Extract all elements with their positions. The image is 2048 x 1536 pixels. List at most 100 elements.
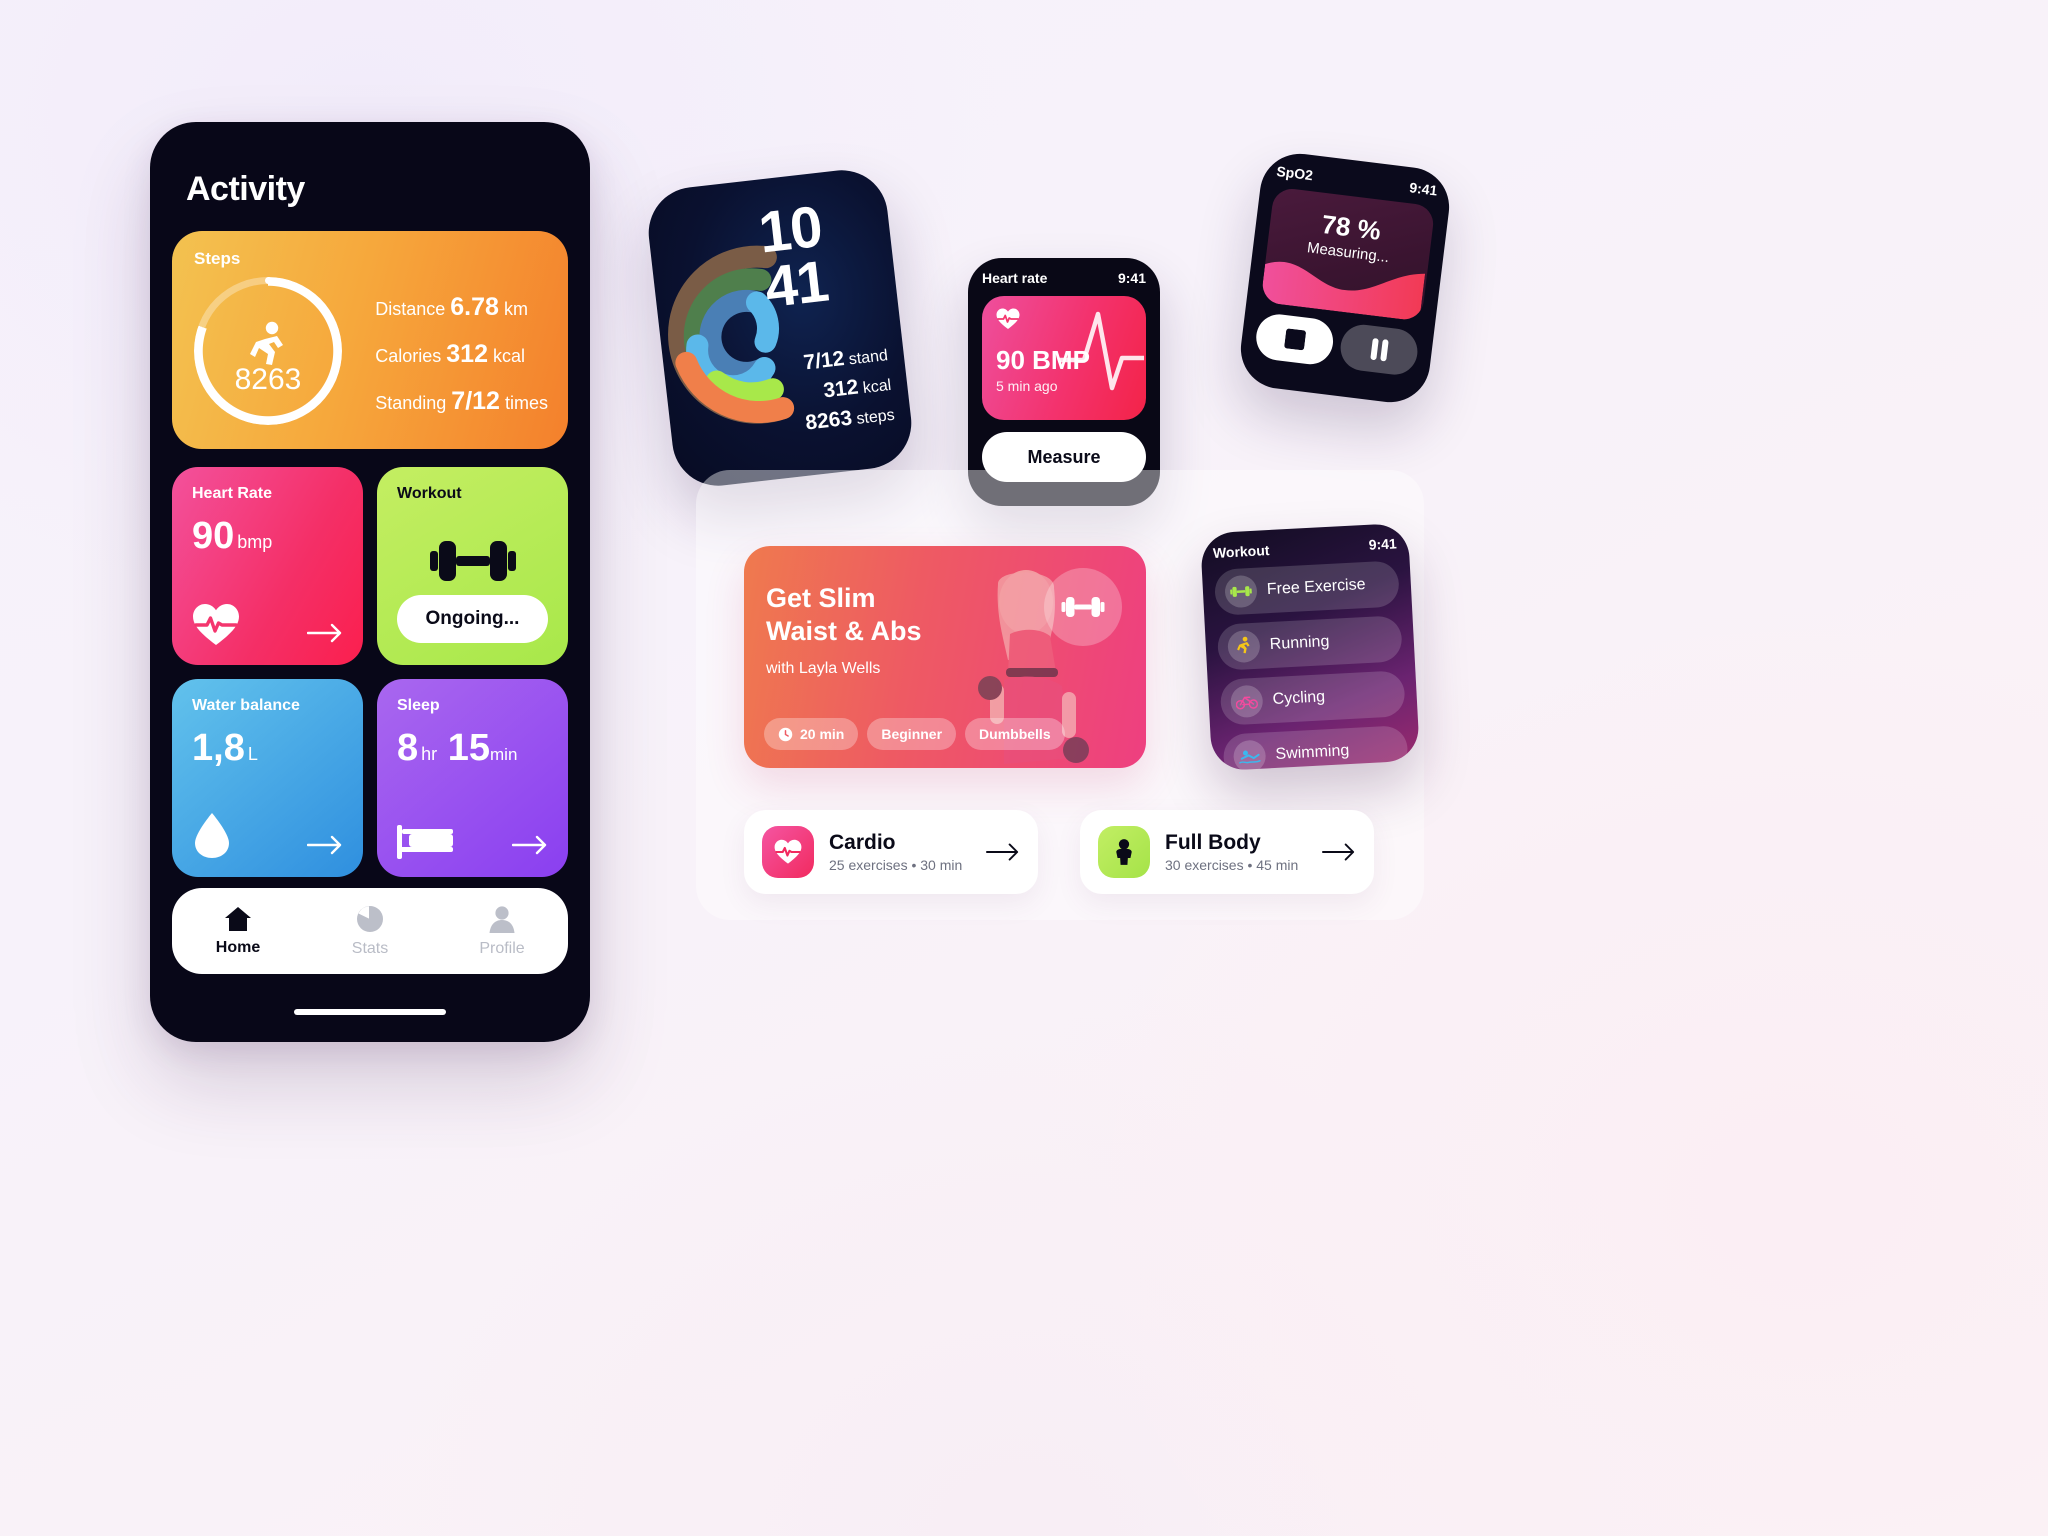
workout-row-full-body-arrow-icon[interactable] (1322, 842, 1356, 862)
watch-spo2[interactable]: SpO2 9:41 78 % Measuring... (1236, 149, 1454, 407)
tile-sleep-arrow-icon[interactable] (512, 835, 548, 855)
tile-sleep-hours-unit: hr (421, 744, 438, 764)
steps-card[interactable]: Steps 8263 Distance 6.78 km Calories 312… (172, 231, 568, 449)
heart-pulse-icon (762, 826, 814, 878)
phone-mockup: Activity Steps 8263 Distance 6.78 km Cal… (150, 122, 590, 1042)
tab-stats-label: Stats (351, 939, 389, 957)
watch-workout-item-label: Free Exercise (1266, 576, 1366, 599)
steps-stats: Distance 6.78 km Calories 312 kcal Stand… (375, 293, 548, 434)
stat-calories-value: 312 (446, 340, 488, 368)
workout-row-full-body-subtitle: 30 exercises • 45 min (1165, 857, 1299, 873)
stat-calories: Calories 312 kcal (375, 340, 548, 369)
bicycle-icon (1229, 684, 1264, 719)
watch-activity-rings[interactable]: 10 41 7/12 stand 312 kcal 8263 steps (643, 165, 917, 491)
tab-profile[interactable]: Profile (436, 905, 568, 958)
pause-button[interactable] (1338, 322, 1421, 378)
tab-profile-label: Profile (479, 939, 525, 957)
tile-heart-rate-number: 90 (192, 515, 235, 557)
tile-heart-rate[interactable]: Heart Rate 90 bmp (172, 467, 363, 665)
watch-stat-stand-value: 7/12 (802, 346, 846, 375)
watch-workout-item-cycling[interactable]: Cycling (1219, 670, 1406, 726)
home-icon (225, 906, 251, 931)
tab-home[interactable]: Home (172, 906, 304, 957)
home-indicator (294, 1009, 446, 1015)
promo-title-line2: Waist & Abs (766, 615, 922, 646)
tile-water-balance-title: Water balance (192, 697, 300, 714)
stat-distance-unit: km (503, 299, 528, 319)
watch-stat-kcal-value: 312 (822, 375, 860, 403)
promo-chips: 20 min Beginner Dumbbells (764, 718, 1065, 750)
promo-chip-duration[interactable]: 20 min (764, 718, 859, 750)
watch-workout-list-time: 9:41 (1368, 535, 1398, 553)
stop-button[interactable] (1253, 311, 1336, 367)
dumbbell-icon (429, 541, 516, 581)
dumbbell-icon (1224, 574, 1258, 609)
pause-icon (1370, 338, 1388, 362)
watch-clock-minute: 41 (761, 248, 832, 321)
watch-workout-list[interactable]: Workout 9:41 Free Exercise Running Cycli… (1199, 522, 1421, 772)
tile-water-balance-value: 1,8 L (192, 729, 343, 767)
workout-row-full-body[interactable]: Full Body 30 exercises • 45 min (1080, 810, 1374, 894)
tile-heart-rate-unit: bmp (237, 532, 273, 552)
tile-water-balance-arrow-icon[interactable] (307, 835, 343, 855)
bed-icon (397, 825, 453, 859)
steps-value: 8263 (234, 363, 302, 396)
workout-row-cardio-subtitle: 25 exercises • 30 min (829, 857, 963, 873)
steps-progress-ring: 8263 (194, 277, 342, 425)
promo-title-line1: Get Slim (766, 583, 876, 613)
clock-icon (778, 727, 793, 741)
tile-sleep[interactable]: Sleep 8 hr 15min (377, 679, 568, 877)
watch-stat-steps-value: 8263 (804, 406, 854, 435)
stat-distance-label: Distance (375, 299, 446, 319)
page-title: Activity (186, 170, 305, 208)
watch-heart-rate-title: Heart rate (982, 270, 1048, 286)
workout-row-cardio[interactable]: Cardio 25 exercises • 30 min (744, 810, 1038, 894)
steps-card-label: Steps (194, 249, 241, 268)
workout-row-cardio-arrow-icon[interactable] (986, 842, 1020, 862)
person-icon (1098, 826, 1150, 878)
heart-pulse-icon (996, 308, 1020, 329)
stat-standing: Standing 7/12 times (375, 387, 548, 416)
promo-title: Get Slim Waist & Abs (744, 546, 1146, 648)
person-icon (489, 905, 515, 933)
workout-ongoing-button[interactable]: Ongoing... (397, 595, 548, 643)
watch-workout-item-label: Running (1269, 632, 1330, 654)
watch-workout-item-running[interactable]: Running (1216, 615, 1403, 671)
promo-chip-level[interactable]: Beginner (867, 718, 957, 750)
runner-icon (1227, 629, 1261, 664)
tile-heart-rate-title: Heart Rate (192, 485, 273, 502)
tile-sleep-value: 8 hr 15min (397, 729, 548, 767)
stat-standing-value: 7/12 (451, 387, 500, 415)
tile-heart-rate-value: 90 bmp (192, 517, 343, 555)
tile-water-balance-unit: L (247, 744, 258, 764)
promo-chip-duration-label: 20 min (800, 726, 845, 742)
steps-ring-cap (264, 277, 272, 284)
stat-distance-value: 6.78 (450, 293, 499, 321)
watch-spo2-title: SpO2 (1275, 162, 1314, 184)
watch-heart-rate-panel: 90 BMP 5 min ago (982, 296, 1146, 420)
tile-water-balance[interactable]: Water balance 1,8 L (172, 679, 363, 877)
promo-chip-equipment[interactable]: Dumbbells (965, 718, 1065, 750)
watch-stat-stand-label: stand (847, 347, 889, 369)
stat-calories-label: Calories (375, 346, 442, 366)
stat-calories-unit: kcal (493, 346, 526, 366)
watch-heart-rate-time: 9:41 (1117, 270, 1146, 286)
promo-chip-level-label: Beginner (881, 726, 943, 742)
metric-tiles-grid: Heart Rate 90 bmp Workout Ongoing... Wat… (172, 467, 568, 877)
watch-stat-kcal-label: kcal (861, 376, 893, 397)
tile-sleep-minutes: 15 (447, 727, 490, 769)
heart-pulse-icon (193, 604, 239, 645)
tile-sleep-hours: 8 (397, 727, 419, 769)
tile-workout-title: Workout (397, 485, 462, 502)
watch-spo2-controls (1253, 311, 1421, 378)
watch-heart-rate[interactable]: Heart rate 9:41 90 BMP 5 min ago Measure (968, 258, 1160, 506)
watch-workout-item-free-exercise[interactable]: Free Exercise (1213, 560, 1400, 616)
tile-workout[interactable]: Workout Ongoing... (377, 467, 568, 665)
swimmer-icon (1232, 739, 1267, 772)
promo-card[interactable]: Get Slim Waist & Abs with Layla Wells 20… (744, 546, 1146, 768)
tile-heart-rate-arrow-icon[interactable] (307, 623, 343, 643)
watch-spo2-time: 9:41 (1408, 179, 1439, 199)
tab-home-label: Home (215, 938, 261, 956)
promo-chip-equipment-label: Dumbbells (979, 726, 1051, 742)
tab-stats[interactable]: Stats (304, 905, 436, 958)
